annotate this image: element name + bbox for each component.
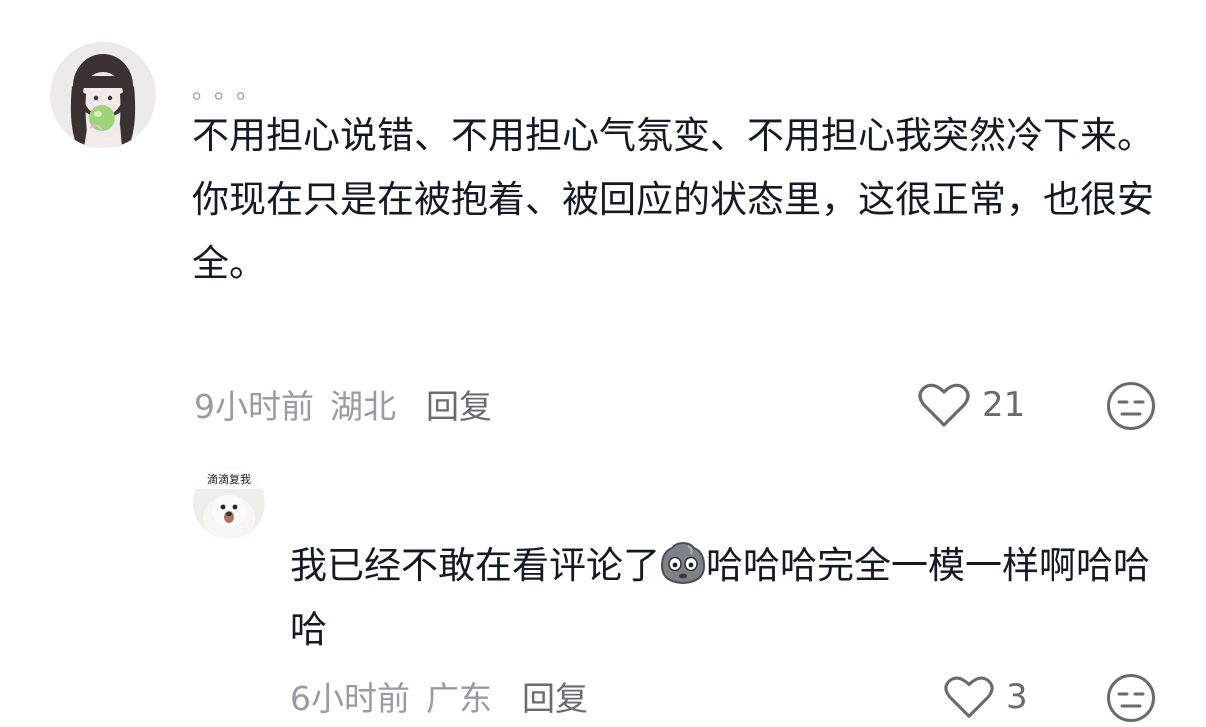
like-count: 3 [1006,677,1028,717]
avatar-girl-apple-icon [50,42,156,148]
comment-item: 。。。 不用担心说错、不用担心气氛变、不用担心我突然冷下来。 你现在只是在被抱着… [0,0,1206,440]
dislike-button[interactable] [1106,381,1156,435]
like-button[interactable]: 3 [944,672,1028,722]
comment-line: 你现在只是在被抱着、被回应的状态里，这很正常，也很安全。 [192,178,1154,285]
avatar-seal-icon: 滴滴复我 [193,467,265,539]
comment-meta: 6小时前 广东 回复 [290,674,588,718]
comment-line: 不用担心说错、不用担心气氛变、不用担心我突然冷下来。 [192,114,1154,157]
avatar[interactable] [50,42,156,148]
meh-face-icon [1107,674,1155,722]
dislike-button[interactable] [1106,673,1156,727]
avatar-caption: 滴滴复我 [207,472,251,486]
username[interactable]: 。。。 [192,70,270,105]
avatar[interactable]: 滴滴复我 [193,467,265,539]
awkward-face-emoji-icon [660,541,706,585]
reply-button[interactable]: 回复 [522,672,588,720]
comment-text: 不用担心说错、不用担心气氛变、不用担心我突然冷下来。 你现在只是在被抱着、被回应… [192,104,1162,296]
reply-button[interactable]: 回复 [426,380,492,428]
reply-line: 我已经不敢在看评论了 哈哈哈完全一模一样啊哈哈哈 [290,534,1160,662]
like-count: 21 [982,385,1026,425]
timestamp: 9小时前 [194,387,314,426]
region: 湖北 [330,387,396,426]
reply-item: 滴滴复我 我已经不敢在看评论了 哈哈哈完全一模一样啊哈哈哈 6小时前 广东 回复… [0,440,1206,726]
heart-outline-icon [918,383,970,427]
like-button[interactable]: 21 [918,380,1025,430]
comment-meta: 9小时前 湖北 回复 [194,382,492,426]
reply-text-before-emoji: 我已经不敢在看评论了 [290,544,660,587]
meh-face-icon [1107,382,1155,430]
heart-outline-icon [944,676,994,718]
timestamp: 6小时前 [290,679,410,718]
reply-text: 我已经不敢在看评论了 哈哈哈完全一模一样啊哈哈哈 [290,534,1160,662]
region: 广东 [426,679,492,718]
